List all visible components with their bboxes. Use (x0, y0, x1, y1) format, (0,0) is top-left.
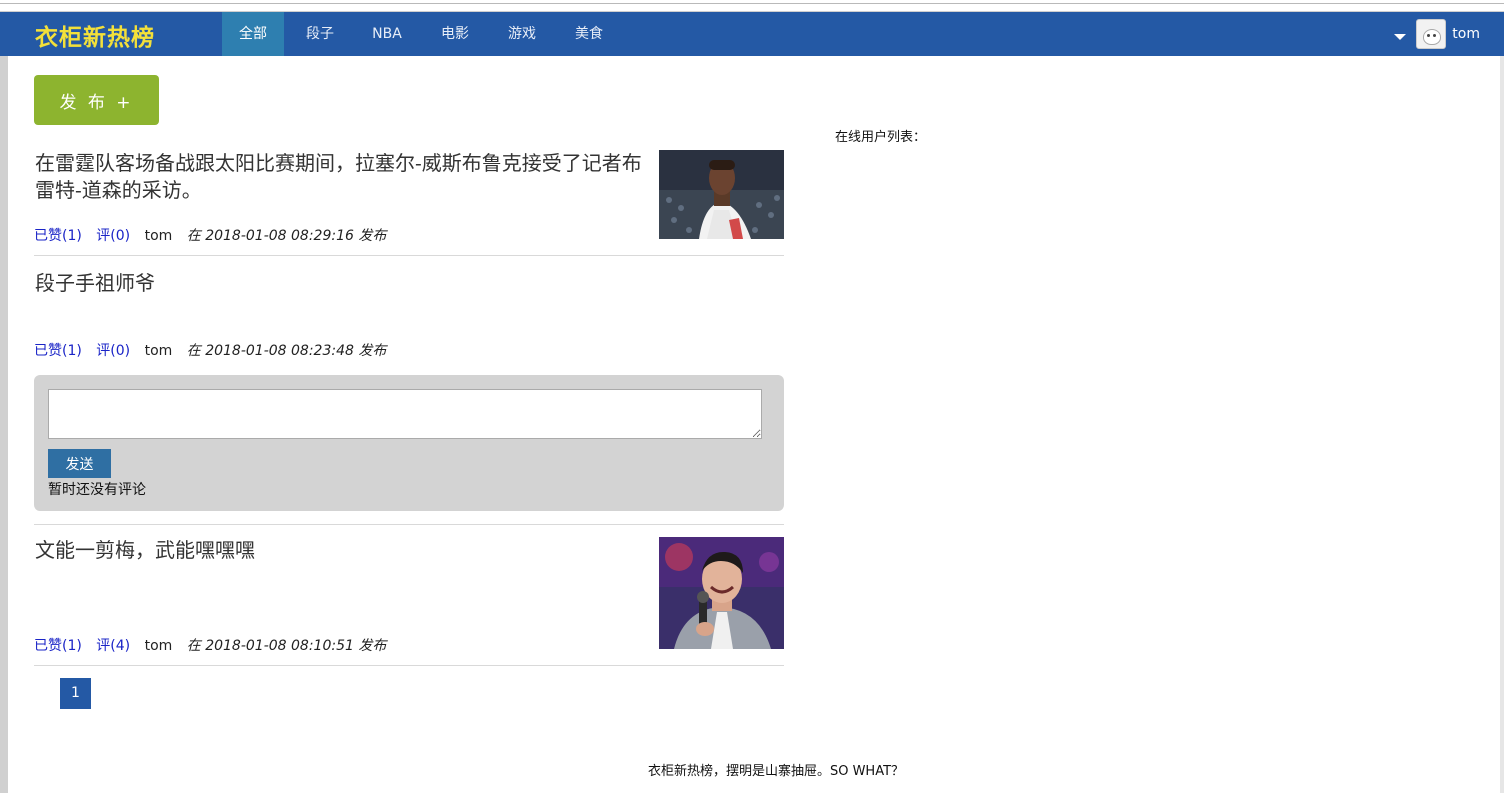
user-menu[interactable]: tom (1394, 12, 1480, 56)
post-item: 段子手祖师爷 已赞(1) 评(0) tom 在 2018-01-08 08:23… (34, 256, 784, 525)
page-number-button[interactable]: 1 (60, 678, 91, 709)
comment-input[interactable] (48, 389, 762, 439)
post-title[interactable]: 在雷霆队客场备战跟太阳比赛期间，拉塞尔-威斯布鲁克接受了记者布雷特-道森的采访。 (35, 150, 655, 204)
footer-text: 衣柜新热榜，摆明是山寨抽屉。SO WHAT？ (647, 764, 905, 779)
like-link[interactable]: 已赞(1) (34, 638, 82, 654)
post-meta: 已赞(1) 评(0) tom 在 2018-01-08 08:29:16 发布 (34, 225, 386, 245)
post-item: 文能一剪梅，武能嘿嘿嘿 已赞(1) 评(4) tom 在 2018-01-08 … (34, 525, 784, 666)
post-time: 在 2018-01-08 08:10:51 发布 (186, 638, 387, 654)
post-time: 在 2018-01-08 08:23:48 发布 (186, 343, 387, 359)
post-time: 在 2018-01-08 08:29:16 发布 (186, 228, 387, 244)
post-meta: 已赞(1) 评(4) tom 在 2018-01-08 08:10:51 发布 (34, 635, 386, 655)
post-title[interactable]: 段子手祖师爷 (35, 270, 655, 297)
nav-tab-jokes[interactable]: 段子 (288, 12, 352, 56)
post-thumbnail[interactable] (659, 150, 784, 239)
post-title[interactable]: 文能一剪梅，武能嘿嘿嘿 (35, 537, 655, 564)
post-thumbnail[interactable] (659, 537, 784, 649)
like-link[interactable]: 已赞(1) (34, 228, 82, 244)
nav-tab-all[interactable]: 全部 (222, 12, 284, 56)
nav-tab-nba[interactable]: NBA (356, 12, 418, 56)
nav-tab-movies[interactable]: 电影 (424, 12, 486, 56)
online-users-label: 在线用户列表： (835, 130, 927, 145)
right-scroll-strip (1500, 56, 1504, 793)
top-navbar: 衣柜新热榜 全部 段子 NBA 电影 游戏 美食 tom (0, 12, 1504, 56)
publish-button[interactable]: 发 布 + (34, 75, 159, 125)
singer-image (659, 537, 784, 649)
send-comment-button[interactable]: 发送 (48, 449, 111, 478)
comment-panel: 发送 暂时还没有评论 (34, 375, 784, 511)
comment-link[interactable]: 评(0) (96, 343, 130, 359)
post-author[interactable]: tom (145, 638, 173, 654)
post-author[interactable]: tom (145, 343, 173, 359)
nav-tab-games[interactable]: 游戏 (491, 12, 553, 56)
post-feed: 在雷霆队客场备战跟太阳比赛期间，拉塞尔-威斯布鲁克接受了记者布雷特-道森的采访。… (34, 138, 784, 666)
post-author[interactable]: tom (145, 228, 173, 244)
post-meta: 已赞(1) 评(0) tom 在 2018-01-08 08:23:48 发布 (34, 340, 386, 360)
like-link[interactable]: 已赞(1) (34, 343, 82, 359)
comment-link[interactable]: 评(4) (96, 638, 130, 654)
comment-link[interactable]: 评(0) (96, 228, 130, 244)
browser-top-edge (0, 0, 1504, 12)
basketball-player-image (659, 150, 784, 239)
avatar-icon[interactable] (1416, 19, 1447, 49)
empty-comments-text: 暂时还没有评论 (48, 482, 146, 498)
caret-down-icon[interactable] (1394, 34, 1407, 40)
brand-logo[interactable]: 衣柜新热榜 (35, 18, 155, 52)
username[interactable]: tom (1452, 26, 1480, 42)
post-item: 在雷霆队客场备战跟太阳比赛期间，拉塞尔-威斯布鲁克接受了记者布雷特-道森的采访。… (34, 138, 784, 256)
nav-tab-food[interactable]: 美食 (558, 12, 620, 56)
left-scroll-strip (0, 56, 8, 793)
